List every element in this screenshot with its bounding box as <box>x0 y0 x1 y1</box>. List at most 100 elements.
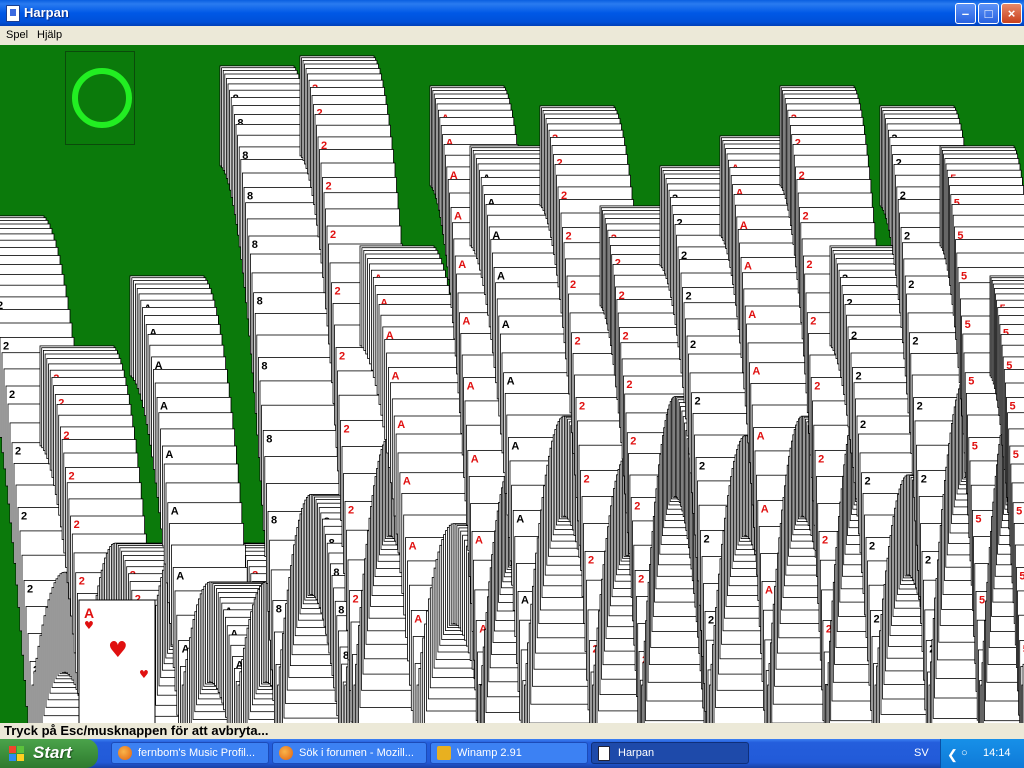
card-rank: 5 <box>979 594 985 606</box>
start-button[interactable]: Start <box>0 739 98 768</box>
card-rank: 5 <box>961 270 967 282</box>
close-button[interactable]: × <box>1001 3 1022 24</box>
task-label: Harpan <box>618 747 655 759</box>
card-rank: 2 <box>27 583 33 595</box>
game-area[interactable]: 2 2 2 2 2 2 2 2 2 2 2 2 2 2 2 2 2 2 2 2 2 2 2 2 2 2 2 2 2 2 2 2 2 2 2 2 2 2 2 2… <box>0 45 1024 723</box>
card-rank: A <box>765 584 773 596</box>
card-rank: 2 <box>865 476 871 488</box>
solitaire-icon <box>6 5 20 22</box>
card-rank: A <box>403 476 411 488</box>
card-rank: A <box>744 260 752 272</box>
card-rank: 2 <box>704 533 710 545</box>
task-label: Winamp 2.91 <box>457 747 522 759</box>
card-rank: 2 <box>699 461 705 473</box>
back-arrow-icon[interactable]: ❮ <box>947 747 958 763</box>
card-rank: 8 <box>266 433 272 445</box>
card-rank: A <box>165 449 173 461</box>
card-rank: 2 <box>326 180 332 192</box>
card-rank: A <box>748 309 756 321</box>
card-rank: 2 <box>15 446 21 458</box>
card-rank: 2 <box>634 501 640 513</box>
card-rank: 2 <box>575 336 581 348</box>
card-rank: 8 <box>338 604 344 616</box>
card-rank: 2 <box>856 370 862 382</box>
stock-pile[interactable] <box>65 51 135 145</box>
card-rank: 5 <box>1013 449 1019 461</box>
card-rank: 2 <box>3 340 9 352</box>
card-rank: 2 <box>904 230 910 242</box>
card-rank: 2 <box>860 419 866 431</box>
system-tray: ❮ ○ 14:14 <box>940 739 1024 768</box>
redeal-circle-icon <box>72 68 132 128</box>
solitaire-icon <box>598 746 610 761</box>
card-rank: A <box>471 453 479 465</box>
card-rank: 2 <box>917 401 923 413</box>
card-rank: 5 <box>972 441 978 453</box>
card-rank: 2 <box>869 541 875 553</box>
card-rank: 2 <box>79 576 85 588</box>
card-rank: A <box>752 366 760 378</box>
network-icon[interactable]: ○ <box>961 747 968 759</box>
card-rank: 8 <box>257 296 263 308</box>
title-bar[interactable]: Harpan – □ × <box>0 0 1024 26</box>
minimize-button[interactable]: – <box>955 3 976 24</box>
card-rank: 2 <box>912 336 918 348</box>
card-rank: 2 <box>623 330 629 342</box>
card-rank: A <box>171 506 179 518</box>
card-rank: 2 <box>588 554 594 566</box>
maximize-button[interactable]: □ <box>978 3 999 24</box>
task-firefox-profile[interactable]: fernbom's Music Profil... <box>111 742 269 764</box>
card-rank: 2 <box>921 473 927 485</box>
card-rank: 2 <box>21 511 27 523</box>
card-rank: A <box>462 316 470 328</box>
card-rank: 2 <box>566 230 572 242</box>
card-rank: 2 <box>579 401 585 413</box>
menu-hjalp[interactable]: Hjälp <box>37 29 62 41</box>
card-rank: 2 <box>348 504 354 516</box>
card-rank: 2 <box>810 316 816 328</box>
card-rank: A <box>409 541 417 553</box>
task-firefox-forum[interactable]: Sök i forumen - Mozill... <box>272 742 427 764</box>
card-rank: 2 <box>9 389 15 401</box>
card-rank: 2 <box>638 573 644 585</box>
status-bar: Tryck på Esc/musknappen för att avbryta.… <box>0 723 1024 739</box>
card-rank: A <box>516 513 524 525</box>
task-harpan[interactable]: Harpan <box>591 742 749 764</box>
card-rank: 2 <box>626 379 632 391</box>
menu-spel[interactable]: Spel <box>6 29 28 41</box>
card-rank: 2 <box>822 534 828 546</box>
card-rank: 2 <box>584 473 590 485</box>
card-rank: 5 <box>965 319 971 331</box>
card-rank: 2 <box>339 351 345 363</box>
card-rank: 5 <box>975 513 981 525</box>
card-rank: A <box>761 503 769 515</box>
card-cascade: 2 2 2 2 2 2 2 2 2 2 2 2 2 2 2 2 2 2 2 2 2 2 2 2 2 2 2 2 2 2 2 2 2 2 2 2 2 2 2 2… <box>0 55 1024 723</box>
card-rank: A <box>502 319 510 331</box>
status-text: Tryck på Esc/musknappen för att avbryta.… <box>4 723 269 738</box>
card-rank: 2 <box>708 614 714 626</box>
card-rank: A <box>511 441 519 453</box>
card-rank: 2 <box>814 381 820 393</box>
card-rank: A <box>458 259 466 271</box>
card-rank: 2 <box>74 519 80 531</box>
card-rank: A <box>757 431 765 443</box>
task-winamp[interactable]: Winamp 2.91 <box>430 742 588 764</box>
card-rank: 2 <box>330 229 336 241</box>
card-rank: 2 <box>874 613 880 625</box>
card-rank: 2 <box>690 339 696 351</box>
card-rank: A <box>467 381 475 393</box>
card-rank: 8 <box>261 361 267 373</box>
card-rank: A <box>160 400 168 412</box>
card-rank: 2 <box>695 396 701 408</box>
start-label: Start <box>33 743 72 762</box>
card-rank: A <box>414 613 422 625</box>
clock: 14:14 <box>983 747 1011 759</box>
task-label: fernbom's Music Profil... <box>138 747 256 759</box>
card-rank: 2 <box>908 279 914 291</box>
card-rank: 2 <box>344 423 350 435</box>
language-indicator[interactable]: SV <box>914 747 929 759</box>
card-rank: 2 <box>803 210 809 222</box>
card-rank: 2 <box>686 290 692 302</box>
card-rank: 5 <box>968 376 974 388</box>
card-rank: 5 <box>1010 400 1016 412</box>
